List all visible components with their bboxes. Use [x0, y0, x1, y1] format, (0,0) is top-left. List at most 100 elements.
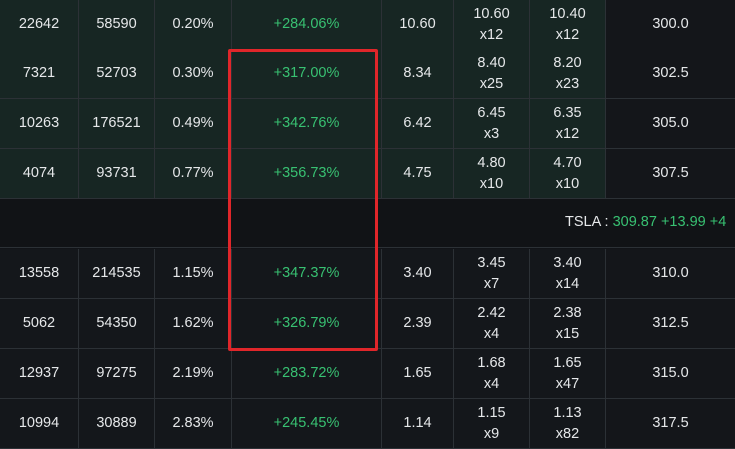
last-price-cell: 10.60	[382, 0, 454, 50]
strike-price-cell: 307.5	[606, 149, 735, 199]
bid-price: 3.45	[477, 254, 506, 271]
bid-size: x4	[483, 325, 500, 342]
bid-price: 10.60	[473, 5, 510, 22]
bid-size: x25	[479, 75, 504, 92]
last-price-cell: 1.14	[382, 399, 454, 449]
ask-price: 8.20	[553, 54, 582, 71]
volume-cell: 7321	[0, 49, 79, 99]
bid-size: x4	[483, 375, 500, 392]
ticker-extra: +4	[709, 214, 727, 230]
ticker-price: 309.87	[612, 214, 657, 230]
open-interest-cell: 93731	[79, 149, 155, 199]
bid-price: 1.15	[477, 404, 506, 421]
strike-price-cell: 302.5	[606, 49, 735, 99]
ask-price: 1.13	[553, 404, 582, 421]
ask-size: x14	[555, 275, 580, 292]
change-pct-cell: 2.19%	[155, 349, 232, 399]
ask-size: x12	[555, 26, 580, 43]
volume-cell: 13558	[0, 249, 79, 299]
change-pct-cell: 0.20%	[155, 0, 232, 50]
volume-cell: 22642	[0, 0, 79, 50]
ask-cell: 1.13 x82	[530, 399, 606, 449]
bid-cell: 4.80 x10	[454, 149, 530, 199]
ticker-change: +13.99	[660, 214, 706, 230]
bid-price: 6.45	[477, 104, 506, 121]
volume-cell: 5062	[0, 299, 79, 349]
percent-change-cell: +283.72%	[232, 349, 382, 399]
open-interest-cell: 30889	[79, 399, 155, 449]
ask-cell: 6.35 x12	[530, 99, 606, 149]
bid-cell: 2.42 x4	[454, 299, 530, 349]
open-interest-cell: 54350	[79, 299, 155, 349]
last-price-cell: 2.39	[382, 299, 454, 349]
change-pct-cell: 0.49%	[155, 99, 232, 149]
change-pct-cell: 1.62%	[155, 299, 232, 349]
bid-cell: 3.45 x7	[454, 249, 530, 299]
volume-cell: 12937	[0, 349, 79, 399]
table-row[interactable]: 5062 54350 1.62% +326.79% 2.39 2.42 x4 2.38 x15 3…	[0, 299, 735, 349]
bid-size: x12	[479, 26, 504, 43]
table-row[interactable]: 7321 52703 0.30% +317.00% 8.34 8.40 x25 8.20 x23…	[0, 49, 735, 99]
strike-price-cell: 312.5	[606, 299, 735, 349]
table-row[interactable]: 4074 93731 0.77% +356.73% 4.75 4.80 x10 4.70 x10…	[0, 149, 735, 199]
bid-price: 2.42	[477, 304, 506, 321]
table-row[interactable]: 10994 30889 2.83% +245.45% 1.14 1.15 x9 1.13 x82…	[0, 399, 735, 449]
ask-size: x47	[555, 375, 580, 392]
open-interest-cell: 176521	[79, 99, 155, 149]
strike-price-cell: 317.5	[606, 399, 735, 449]
ask-size: x12	[555, 125, 580, 142]
last-price-cell: 1.65	[382, 349, 454, 399]
strike-price-cell: 310.0	[606, 249, 735, 299]
strike-price-cell: 305.0	[606, 99, 735, 149]
change-pct-cell: 0.30%	[155, 49, 232, 99]
last-price-cell: 3.40	[382, 249, 454, 299]
ask-cell: 8.20 x23	[530, 49, 606, 99]
bid-cell: 10.60 x12	[454, 0, 530, 50]
bid-price: 1.68	[477, 354, 506, 371]
strike-price-cell: 315.0	[606, 349, 735, 399]
bid-cell: 1.68 x4	[454, 349, 530, 399]
bid-size: x7	[483, 275, 500, 292]
ask-price: 10.40	[549, 5, 586, 22]
volume-cell: 10994	[0, 399, 79, 449]
ask-price: 2.38	[553, 304, 582, 321]
ticker-symbol: TSLA :	[565, 214, 609, 230]
ask-size: x15	[555, 325, 580, 342]
volume-cell: 10263	[0, 99, 79, 149]
ask-size: x23	[555, 75, 580, 92]
percent-change-cell: +326.79%	[232, 299, 382, 349]
ask-cell: 10.40 x12	[530, 0, 606, 50]
change-pct-cell: 0.77%	[155, 149, 232, 199]
ask-price: 6.35	[553, 104, 582, 121]
change-pct-cell: 1.15%	[155, 249, 232, 299]
last-price-cell: 4.75	[382, 149, 454, 199]
bid-cell: 6.45 x3	[454, 99, 530, 149]
ask-cell: 2.38 x15	[530, 299, 606, 349]
bid-size: x9	[483, 425, 500, 442]
percent-change-cell: +284.06%	[232, 0, 382, 50]
table-row[interactable]: 22642 58590 0.20% +284.06% 10.60 10.60 x12 10.4…	[0, 0, 735, 50]
table-row[interactable]: 13558 214535 1.15% +347.37% 3.40 3.45 x7 3.40 x1…	[0, 249, 735, 299]
change-pct-cell: 2.83%	[155, 399, 232, 449]
ask-cell: 1.65 x47	[530, 349, 606, 399]
open-interest-cell: 58590	[79, 0, 155, 50]
strike-price-cell: 300.0	[606, 0, 735, 50]
bid-price: 4.80	[477, 154, 506, 171]
open-interest-cell: 214535	[79, 249, 155, 299]
open-interest-cell: 52703	[79, 49, 155, 99]
percent-change-cell: +317.00%	[232, 49, 382, 99]
ask-size: x10	[555, 175, 580, 192]
ask-price: 4.70	[553, 154, 582, 171]
bid-cell: 1.15 x9	[454, 399, 530, 449]
underlying-price-row: TSLA : 309.87 +13.99 +4	[0, 199, 735, 248]
bid-size: x10	[479, 175, 504, 192]
ask-price: 1.65	[553, 354, 582, 371]
ask-cell: 4.70 x10	[530, 149, 606, 199]
ask-cell: 3.40 x14	[530, 249, 606, 299]
table-row[interactable]: 12937 97275 2.19% +283.72% 1.65 1.68 x4 1.65 x47…	[0, 349, 735, 399]
table-row[interactable]: 10263 176521 0.49% +342.76% 6.42 6.45 x3 6.35 x1…	[0, 99, 735, 149]
last-price-cell: 6.42	[382, 99, 454, 149]
open-interest-cell: 97275	[79, 349, 155, 399]
underlying-ticker: TSLA : 309.87 +13.99 +4	[565, 214, 726, 230]
bid-cell: 8.40 x25	[454, 49, 530, 99]
